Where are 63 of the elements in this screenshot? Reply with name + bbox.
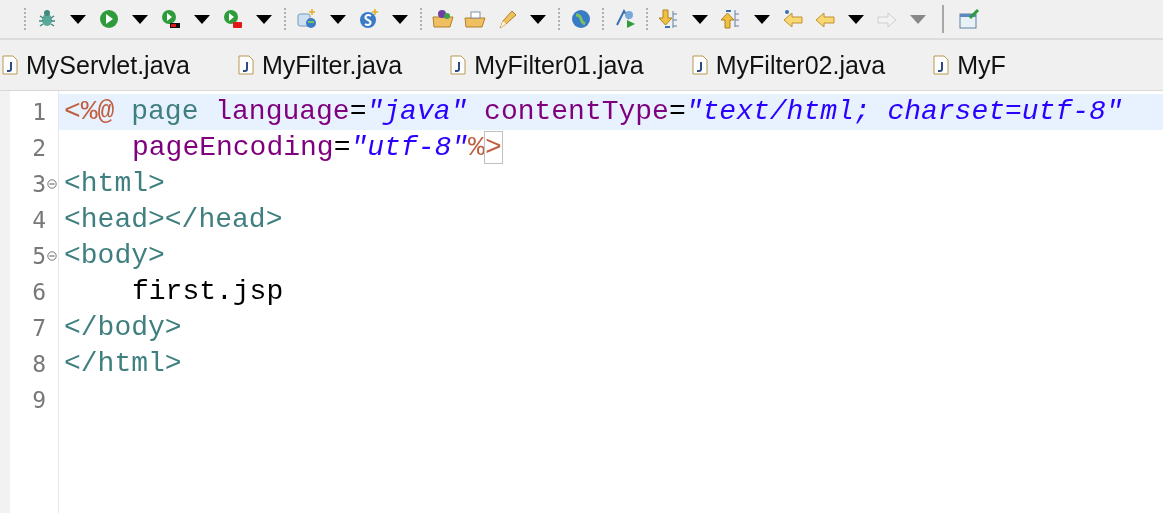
back-arrow-icon xyxy=(782,8,804,30)
line-number: 7 xyxy=(32,315,46,341)
caret-icon xyxy=(132,14,148,24)
caret-icon xyxy=(692,14,708,24)
code-token: page xyxy=(131,96,199,127)
code-token: pageEncoding xyxy=(132,132,334,163)
code-token: "utf-8" xyxy=(350,132,469,163)
line-number: 6 xyxy=(32,279,46,305)
editor-tab[interactable]: MyFilter02.java xyxy=(691,50,886,80)
caret-icon xyxy=(848,14,864,24)
code-token: = xyxy=(333,132,351,163)
caret-icon xyxy=(194,14,210,24)
code-token: <body> xyxy=(64,240,165,271)
down-arrow-icon xyxy=(658,8,680,30)
editor-tab[interactable]: MyFilter01.java xyxy=(450,50,644,80)
caret-icon xyxy=(70,14,86,24)
line-number: 8 xyxy=(32,351,46,377)
caret-icon xyxy=(330,14,346,24)
caret-icon xyxy=(530,14,546,24)
line-number: 1 xyxy=(32,99,46,125)
line-number: 2 xyxy=(32,135,46,161)
code-token: <head></head> xyxy=(64,204,283,235)
caret-icon xyxy=(392,14,408,24)
bug-icon xyxy=(36,8,58,30)
code-token: </html> xyxy=(64,348,182,379)
caret-icon xyxy=(256,14,272,24)
code-token: contentType xyxy=(484,96,669,127)
line-number: 9 xyxy=(32,387,46,413)
java-file-icon xyxy=(2,55,18,75)
play-toolbox-icon xyxy=(222,8,244,30)
s-circle-icon xyxy=(358,8,380,30)
java-file-icon xyxy=(691,55,708,75)
code-token: "java" xyxy=(366,96,468,127)
play-server-icon xyxy=(160,8,182,30)
code-token: % xyxy=(468,132,485,163)
code-token: first.jsp xyxy=(132,276,284,307)
code-token: = xyxy=(349,96,367,127)
play-icon xyxy=(98,8,120,30)
collapse-icon[interactable] xyxy=(47,251,57,261)
globe-icon xyxy=(570,8,592,30)
caret-icon xyxy=(754,14,770,24)
java-file-icon xyxy=(237,55,254,75)
collapse-icon[interactable] xyxy=(47,179,57,189)
code-token: </body> xyxy=(64,312,182,343)
code-token: "text/html; charset=utf-8" xyxy=(685,96,1123,127)
pen-icon xyxy=(496,8,518,30)
editor-tab[interactable]: MyF xyxy=(933,50,1006,80)
code-token: <%@ xyxy=(64,96,115,127)
ant-run-icon xyxy=(614,8,636,30)
java-file-icon xyxy=(450,55,467,75)
caret-icon xyxy=(910,14,926,24)
line-number: 4 xyxy=(32,207,46,233)
code-token: language xyxy=(215,96,350,127)
line-number: 5 xyxy=(32,243,46,269)
editor-tab[interactable]: MyServlet.java xyxy=(2,50,190,80)
folder-icon xyxy=(432,8,454,30)
folder-icon xyxy=(464,8,486,30)
java-file-icon xyxy=(933,55,950,75)
code-token: = xyxy=(668,96,686,127)
editor-tab[interactable]: MyFilter.java xyxy=(237,50,403,80)
code-token: <html> xyxy=(64,168,165,199)
up-arrow-icon xyxy=(720,8,742,30)
line-number: 3 xyxy=(32,171,46,197)
